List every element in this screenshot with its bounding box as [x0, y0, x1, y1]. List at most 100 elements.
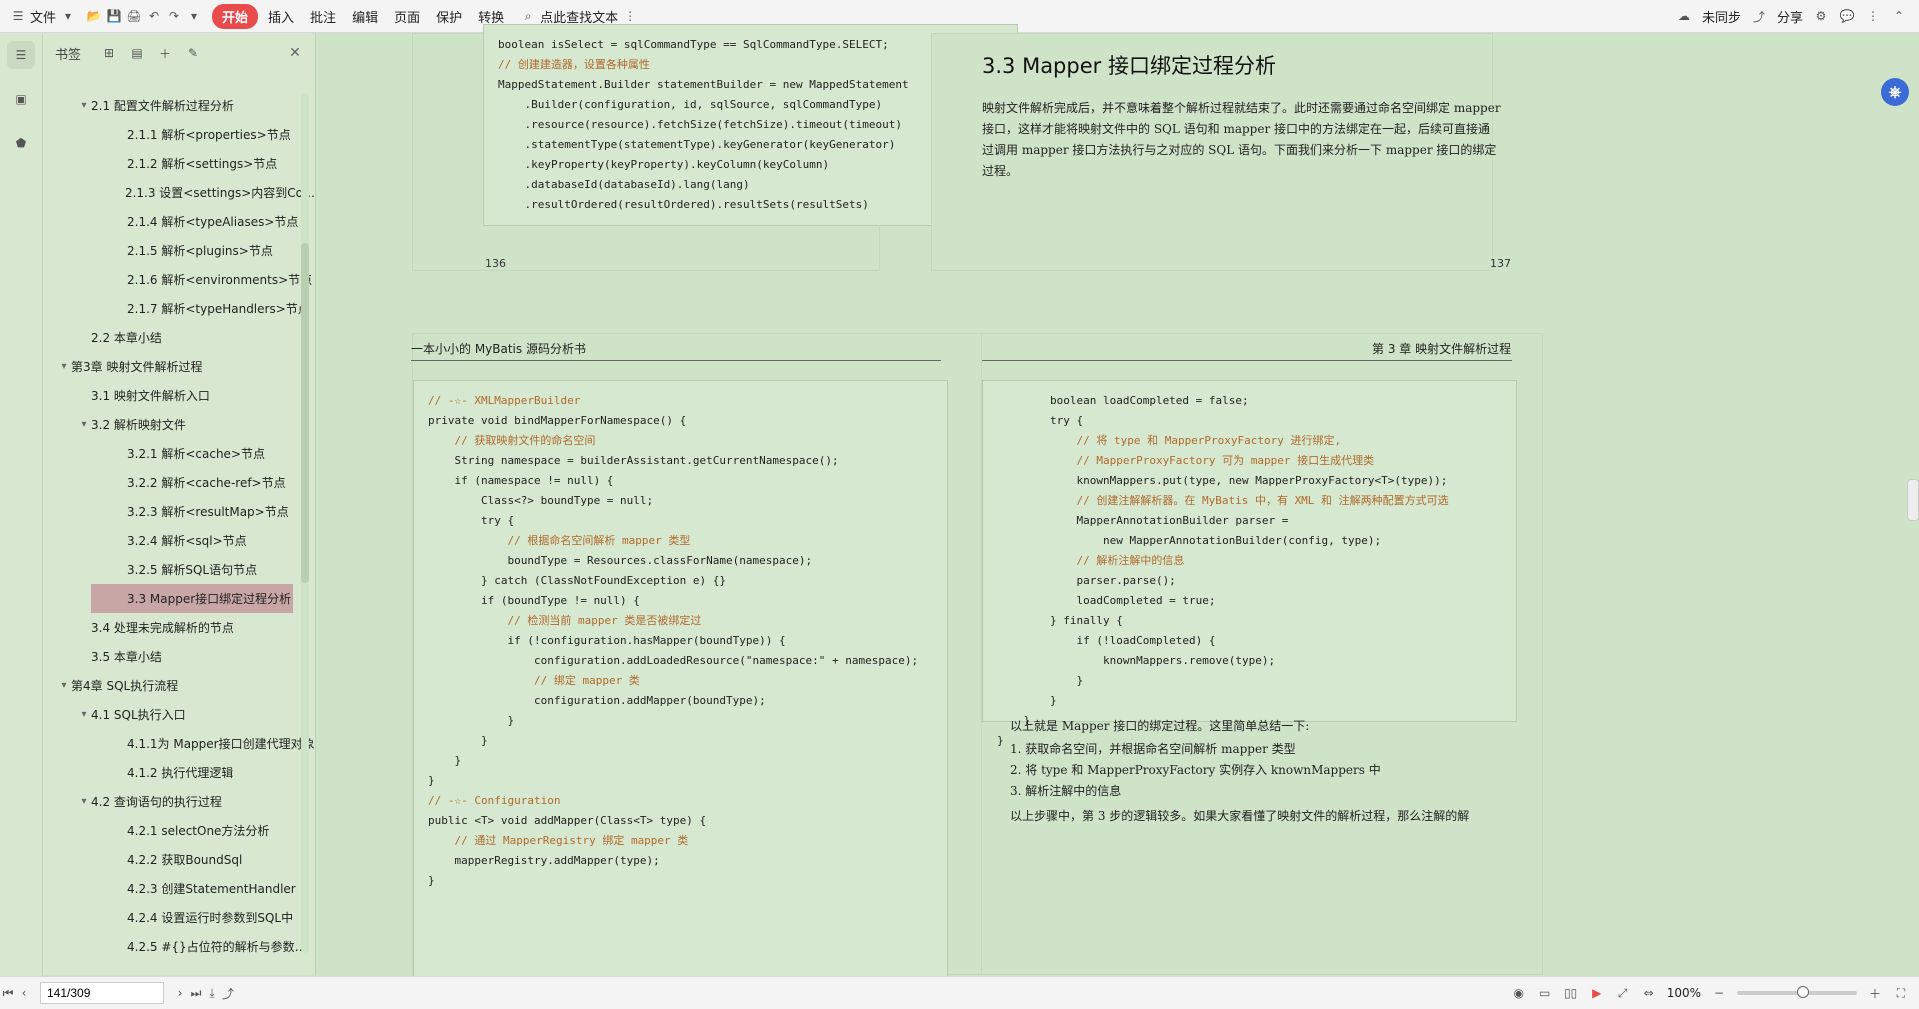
sidebar-item[interactable]: 2.1.2 解析<settings>节点	[43, 149, 315, 178]
sidebar-item[interactable]: 3.2.2 解析<cache-ref>节点	[43, 468, 315, 497]
code-line: configuration.addMapper(boundType);	[428, 694, 766, 707]
image-icon: ▣	[15, 92, 27, 106]
sidebar-item[interactable]: 2.1.1 解析<properties>节点	[43, 120, 315, 149]
bottom-toolbar: ⏮ ‹ › ⏭ ⤓ ⤴ ◉ ▭ ▯▯ ▶ ⤢ ⇔ 100% − ＋ ⛶	[0, 976, 1919, 1009]
view-double-icon[interactable]: ▯▯	[1563, 985, 1579, 1001]
sidebar-item[interactable]: 3.2.5 解析SQL语句节点	[43, 555, 315, 584]
sidebar-item[interactable]: 2.1.3 设置<settings>内容到Co…	[43, 178, 315, 207]
tab-page[interactable]: 页面	[388, 5, 426, 28]
page-input[interactable]	[40, 982, 164, 1004]
tab-protect[interactable]: 保护	[430, 5, 468, 28]
zoom-in-icon[interactable]: ＋	[1867, 985, 1883, 1001]
open-icon[interactable]: 📂	[86, 8, 102, 24]
sidebar-item[interactable]: 4.1.1为 Mapper接口创建代理对象	[43, 729, 315, 758]
undo-icon[interactable]: ↶	[146, 8, 162, 24]
sidebar-item[interactable]: 2.2 本章小结	[43, 323, 315, 352]
sidebar-item[interactable]: ▾ 2.1 配置文件解析过程分析	[43, 91, 315, 120]
sidebar-item[interactable]: 2.1.4 解析<typeAliases>节点	[43, 207, 315, 236]
zoom-thumb[interactable]	[1797, 986, 1809, 998]
tree-toggle-icon[interactable]: ▾	[77, 709, 91, 720]
code-line: // 根据命名空间解析 mapper 类型	[428, 534, 691, 547]
settings-icon[interactable]: ⚙	[1813, 8, 1829, 24]
fullscreen-icon[interactable]: ⛶	[1893, 985, 1909, 1001]
tool-panel-button[interactable]: ⬟	[7, 129, 35, 157]
sidebar-item[interactable]: 3.2.3 解析<resultMap>节点	[43, 497, 315, 526]
sidebar-item[interactable]: 4.2.3 创建StatementHandler	[43, 874, 315, 903]
eye-icon[interactable]: ◉	[1511, 985, 1527, 1001]
save-icon[interactable]: 💾	[106, 8, 122, 24]
tab-edit[interactable]: 编辑	[346, 5, 384, 28]
fit-page-icon[interactable]: ⤢	[1615, 985, 1631, 1001]
redo-icon[interactable]: ↷	[166, 8, 182, 24]
image-panel-button[interactable]: ▣	[7, 85, 35, 113]
export-icon[interactable]: ⤓	[204, 985, 220, 1001]
sidebar-item-label: 2.1.2 解析<settings>节点	[127, 157, 278, 171]
last-page-icon[interactable]: ⏭	[188, 985, 204, 1001]
comment-icon[interactable]: 💬	[1839, 8, 1855, 24]
tab-start[interactable]: 开始	[212, 3, 259, 29]
code-line: // 获取映射文件的命名空间	[428, 434, 596, 447]
tab-insert[interactable]: 插入	[262, 5, 300, 28]
expand-icon[interactable]: ⊞	[101, 45, 117, 61]
sidebar-item[interactable]: 4.2.5 #{}占位符的解析与参数…	[43, 932, 315, 961]
sidebar-item[interactable]: ▾ 第4章 SQL执行流程	[43, 671, 315, 700]
sidebar-item[interactable]: 3.5 本章小结	[43, 642, 315, 671]
tree-toggle-icon[interactable]: ▾	[57, 361, 71, 372]
sidebar-item[interactable]: 3.2.4 解析<sql>节点	[43, 526, 315, 555]
sidebar-item-label: 3.5 本章小结	[91, 650, 162, 664]
tree-toggle-icon[interactable]: ▾	[77, 100, 91, 111]
assistant-button[interactable]: ⎈	[1881, 78, 1909, 106]
file-menu[interactable]: ☰ 文件 ▾	[10, 7, 76, 26]
sidebar-item[interactable]: ▾ 4.2 查询语句的执行过程	[43, 787, 315, 816]
tree-toggle-icon[interactable]: ▾	[77, 796, 91, 807]
sidebar-item[interactable]: 2.1.6 解析<environments>节点	[43, 265, 315, 294]
search[interactable]: ⌕ 点此查找文本 ⋮	[520, 7, 638, 26]
sidebar-item[interactable]: 4.2.1 selectOne方法分析	[43, 816, 315, 845]
sidebar-scroll-thumb[interactable]	[301, 243, 309, 583]
next-page-icon[interactable]: ›	[172, 985, 188, 1001]
bookmark-icon[interactable]: ▤	[129, 45, 145, 61]
sidebar-item[interactable]: ▾ 4.1 SQL执行入口	[43, 700, 315, 729]
sidebar-item[interactable]: ▾ 第3章 映射文件解析过程	[43, 352, 315, 381]
view-single-icon[interactable]: ▭	[1537, 985, 1553, 1001]
code-line: .databaseId(databaseId).lang(lang)	[498, 178, 750, 191]
sidebar-item[interactable]: 2.1.7 解析<typeHandlers>节点	[43, 294, 315, 323]
close-icon[interactable]: ✕	[287, 45, 303, 61]
dropdown-icon[interactable]: ▾	[186, 8, 202, 24]
share-label[interactable]: 分享	[1777, 7, 1803, 26]
zoom-out-icon[interactable]: −	[1711, 985, 1727, 1001]
code-line: }	[428, 874, 435, 887]
sidebar-item[interactable]: 3.2.1 解析<cache>节点	[43, 439, 315, 468]
first-page-icon[interactable]: ⏮	[0, 985, 16, 1001]
sidebar-item[interactable]: 4.2.2 获取BoundSql	[43, 845, 315, 874]
add-bookmark-icon[interactable]: ＋	[157, 45, 173, 61]
more-icon[interactable]: ⋮	[1865, 8, 1881, 24]
play-icon[interactable]: ▶	[1589, 985, 1605, 1001]
tree-toggle-icon[interactable]: ▾	[57, 680, 71, 691]
sync-label[interactable]: 未同步	[1702, 7, 1741, 26]
share-doc-icon[interactable]: ⤴	[220, 985, 236, 1001]
sidebar-scrollbar[interactable]	[301, 93, 309, 953]
code-line: }	[428, 774, 435, 787]
zoom-slider[interactable]	[1737, 986, 1857, 998]
page-136: boolean isSelect = sqlCommandType == Sql…	[412, 24, 1018, 271]
tree-toggle-icon[interactable]: ▾	[77, 419, 91, 430]
code-line: if (namespace != null) {	[428, 474, 614, 487]
sidebar-item[interactable]: 2.1.5 解析<plugins>节点	[43, 236, 315, 265]
edit-bookmark-icon[interactable]: ✎	[185, 45, 201, 61]
bookmark-panel-button[interactable]: ☰	[7, 41, 35, 69]
fit-width-icon[interactable]: ⇔	[1641, 985, 1657, 1001]
sidebar-item[interactable]: 3.1 映射文件解析入口	[43, 381, 315, 410]
sidebar-item[interactable]: 4.2.4 设置运行时参数到SQL中	[43, 903, 315, 932]
right-scrollbar[interactable]	[1907, 479, 1919, 521]
tab-comment[interactable]: 批注	[304, 5, 342, 28]
prev-page-icon[interactable]: ‹	[16, 985, 32, 1001]
collapse-icon[interactable]: ⌃	[1891, 8, 1907, 24]
sidebar-item[interactable]: 3.3 Mapper接口绑定过程分析	[91, 584, 293, 613]
right-header: 第 3 章 映射文件解析过程	[1372, 342, 1512, 356]
print-icon[interactable]: 🖨	[126, 8, 142, 24]
sidebar-item[interactable]: ▾ 3.2 解析映射文件	[43, 410, 315, 439]
more-icon[interactable]: ⋮	[622, 8, 638, 24]
sidebar-item[interactable]: 4.1.2 执行代理逻辑	[43, 758, 315, 787]
sidebar-item[interactable]: 3.4 处理未完成解析的节点	[43, 613, 315, 642]
